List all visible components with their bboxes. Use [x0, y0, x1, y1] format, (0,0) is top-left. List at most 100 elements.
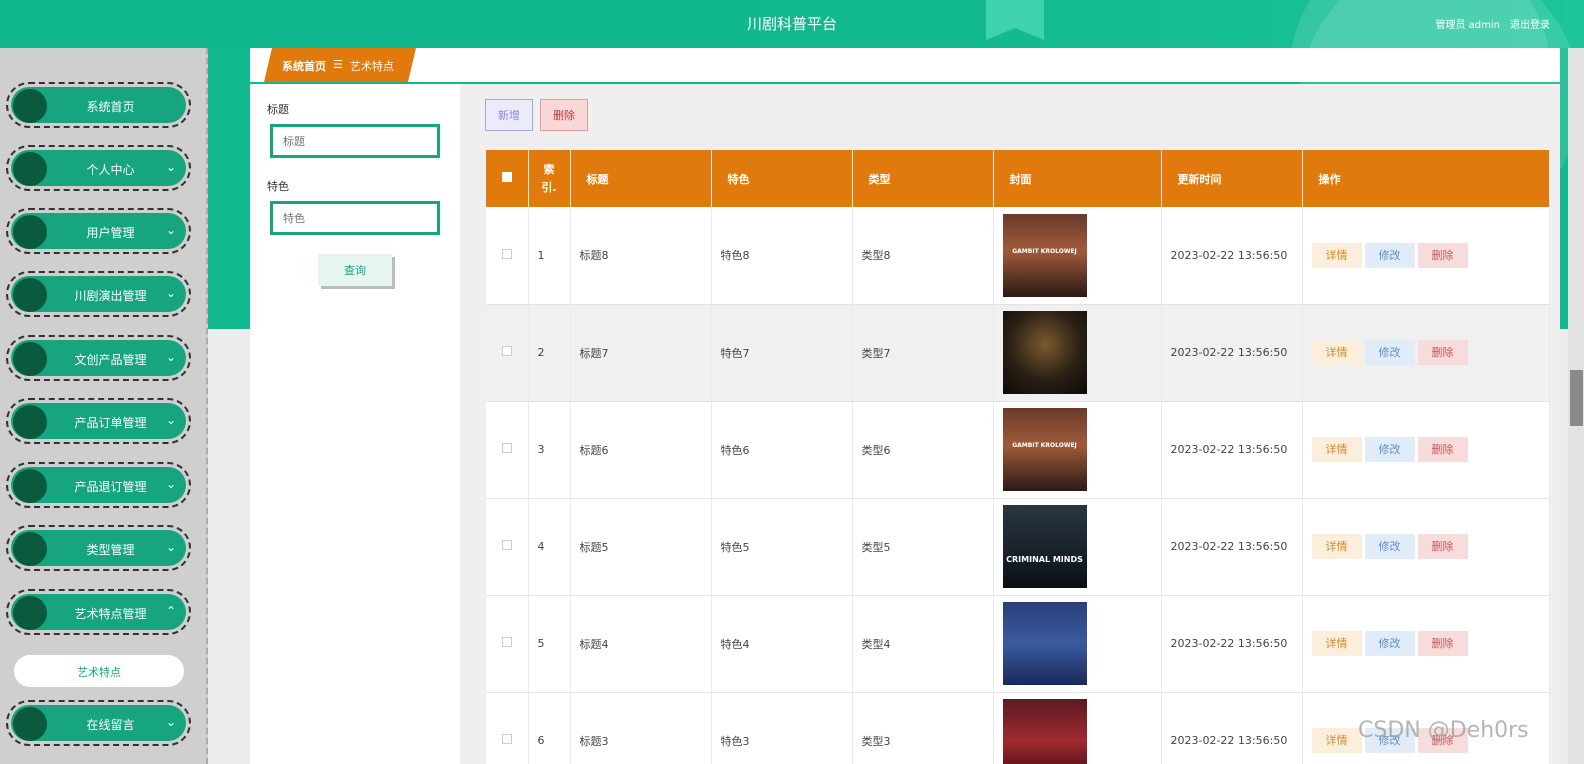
detail-button[interactable]: 详情: [1311, 437, 1362, 462]
delete-button[interactable]: 删除: [1417, 534, 1468, 559]
detail-button[interactable]: 详情: [1311, 728, 1362, 753]
select-all-checkbox[interactable]: [501, 172, 512, 182]
edit-button[interactable]: 修改: [1364, 340, 1415, 365]
detail-button[interactable]: 详情: [1311, 242, 1362, 268]
chevron-down-icon: ⌄: [165, 477, 176, 491]
chevron-up-icon: ⌃: [165, 604, 176, 618]
breadcrumb-bar: 系统首页 ☰ 艺术特点: [250, 48, 1560, 82]
row-checkbox[interactable]: [501, 734, 512, 744]
breadcrumb-home[interactable]: 系统首页: [282, 58, 326, 82]
feature-label: 特色: [267, 180, 289, 193]
index-header: 索 引.: [528, 150, 571, 207]
detail-button[interactable]: 详情: [1311, 534, 1362, 559]
table-row: 4 标题5 特色5 类型5 CRIMINAL MINDS 2023-02-22 …: [486, 498, 1550, 596]
row-type: 类型6: [852, 401, 994, 499]
detail-button[interactable]: 详情: [1311, 340, 1362, 365]
sidebar-item-home[interactable]: 系统首页: [6, 82, 191, 128]
sidebar-item-messages[interactable]: 在线留言 ⌄: [6, 700, 191, 746]
menu-knob-icon: [13, 278, 47, 312]
sidebar-item-orders[interactable]: 产品订单管理 ⌄: [6, 398, 191, 444]
edit-button[interactable]: 修改: [1364, 534, 1415, 559]
menu-knob-icon: [13, 596, 47, 630]
batch-delete-button[interactable]: 删除: [540, 99, 588, 131]
sidebar-item-users[interactable]: 用户管理 ⌄: [6, 208, 191, 254]
table-row: 5 标题4 特色4 类型4 2023-02-22 13:56:50 详情 修改 删除: [486, 595, 1550, 693]
table-row: 1 标题8 特色8 类型8 GAMBIT KROLOWEJ 2023-02-22…: [486, 207, 1550, 305]
sidebar-item-art-features[interactable]: 艺术特点管理 ⌃: [6, 589, 191, 635]
delete-button[interactable]: 删除: [1417, 242, 1468, 268]
edit-button[interactable]: 修改: [1364, 242, 1415, 268]
detail-button[interactable]: 详情: [1311, 631, 1362, 656]
scrollbar-thumb[interactable]: [1570, 370, 1583, 426]
row-checkbox[interactable]: [501, 637, 512, 647]
row-updated: 2023-02-22 13:56:50: [1161, 304, 1303, 402]
row-title: 标题5: [570, 498, 712, 596]
sidebar-item-products[interactable]: 文创产品管理 ⌄: [6, 335, 191, 381]
cover-image[interactable]: GAMBIT KROLOWEJ: [1002, 408, 1087, 491]
sidebar-item-types[interactable]: 类型管理 ⌄: [6, 525, 191, 571]
menu-knob-icon: [13, 532, 47, 566]
add-button[interactable]: 新增: [485, 99, 533, 131]
row-updated: 2023-02-22 13:56:50: [1161, 207, 1303, 305]
edit-button[interactable]: 修改: [1364, 437, 1415, 462]
submenu-item-art-features[interactable]: 艺术特点: [14, 655, 184, 687]
delete-button[interactable]: 删除: [1417, 340, 1468, 365]
watermark: CSDN @Deh0rs: [1358, 718, 1529, 743]
cover-image[interactable]: [1002, 602, 1087, 685]
sidebar-item-performances[interactable]: 川剧演出管理 ⌄: [6, 271, 191, 317]
menu-knob-icon: [13, 707, 47, 741]
breadcrumb-separator-icon: ☰: [333, 58, 343, 71]
row-updated: 2023-02-22 13:56:50: [1161, 401, 1303, 499]
cover-image[interactable]: [1002, 311, 1087, 394]
cover-header: 封面: [993, 150, 1162, 207]
row-type: 类型4: [852, 595, 994, 693]
row-type: 类型8: [852, 207, 994, 305]
row-title: 标题3: [570, 692, 712, 764]
cover-image[interactable]: CRIMINAL MINDS: [1002, 505, 1087, 588]
table-row: 2 标题7 特色7 类型7 2023-02-22 13:56:50 详情 修改 删除: [486, 304, 1550, 402]
cover-image[interactable]: GAMBIT KROLOWEJ: [1002, 213, 1087, 297]
chevron-down-icon: ⌄: [165, 350, 176, 364]
row-feature: 特色7: [711, 304, 853, 402]
menu-knob-icon: [13, 215, 47, 249]
search-panel: 标题 特色 查询: [250, 84, 460, 764]
chevron-down-icon: ⌄: [165, 160, 176, 174]
chevron-down-icon: ⌄: [165, 540, 176, 554]
menu-knob-icon: [13, 152, 47, 186]
row-title: 标题8: [570, 207, 712, 305]
table-header-row: 索 引. 标题 特色 类型 封面 更新时间 操作: [486, 150, 1550, 207]
menu-knob-icon: [13, 89, 47, 123]
page-scrollbar[interactable]: [1568, 48, 1584, 764]
row-type: 类型5: [852, 498, 994, 596]
row-checkbox[interactable]: [501, 540, 512, 550]
row-index: 3: [528, 401, 571, 499]
row-feature: 特色8: [711, 207, 853, 305]
menu-knob-icon: [13, 405, 47, 439]
query-button[interactable]: 查询: [318, 254, 392, 286]
title-search-input[interactable]: [270, 124, 440, 158]
sidebar-item-refunds[interactable]: 产品退订管理 ⌄: [6, 462, 191, 508]
row-index: 6: [528, 692, 571, 764]
updated-header: 更新时间: [1161, 150, 1303, 207]
row-title: 标题4: [570, 595, 712, 693]
row-updated: 2023-02-22 13:56:50: [1161, 498, 1303, 596]
select-all-header: [486, 150, 529, 207]
title-header: 标题: [570, 150, 712, 207]
row-index: 1: [528, 207, 571, 305]
breadcrumb-current: 艺术特点: [349, 60, 394, 73]
row-feature: 特色4: [711, 595, 853, 693]
title-label: 标题: [267, 103, 289, 116]
delete-button[interactable]: 删除: [1417, 437, 1468, 462]
row-title: 标题6: [570, 401, 712, 499]
row-checkbox[interactable]: [501, 248, 512, 259]
edit-button[interactable]: 修改: [1364, 631, 1415, 656]
feature-search-input[interactable]: [270, 201, 440, 235]
row-checkbox[interactable]: [501, 346, 512, 356]
cover-image[interactable]: [1002, 699, 1087, 764]
breadcrumb: 系统首页 ☰ 艺术特点: [264, 48, 416, 82]
delete-button[interactable]: 删除: [1417, 631, 1468, 656]
row-checkbox[interactable]: [501, 443, 512, 453]
table-row: 3 标题6 特色6 类型6 GAMBIT KROLOWEJ 2023-02-22…: [486, 401, 1550, 499]
data-table: 索 引. 标题 特色 类型 封面 更新时间 操作 1 标题8 特色8 类型8 G…: [486, 150, 1550, 764]
sidebar-item-profile[interactable]: 个人中心 ⌄: [6, 145, 191, 191]
